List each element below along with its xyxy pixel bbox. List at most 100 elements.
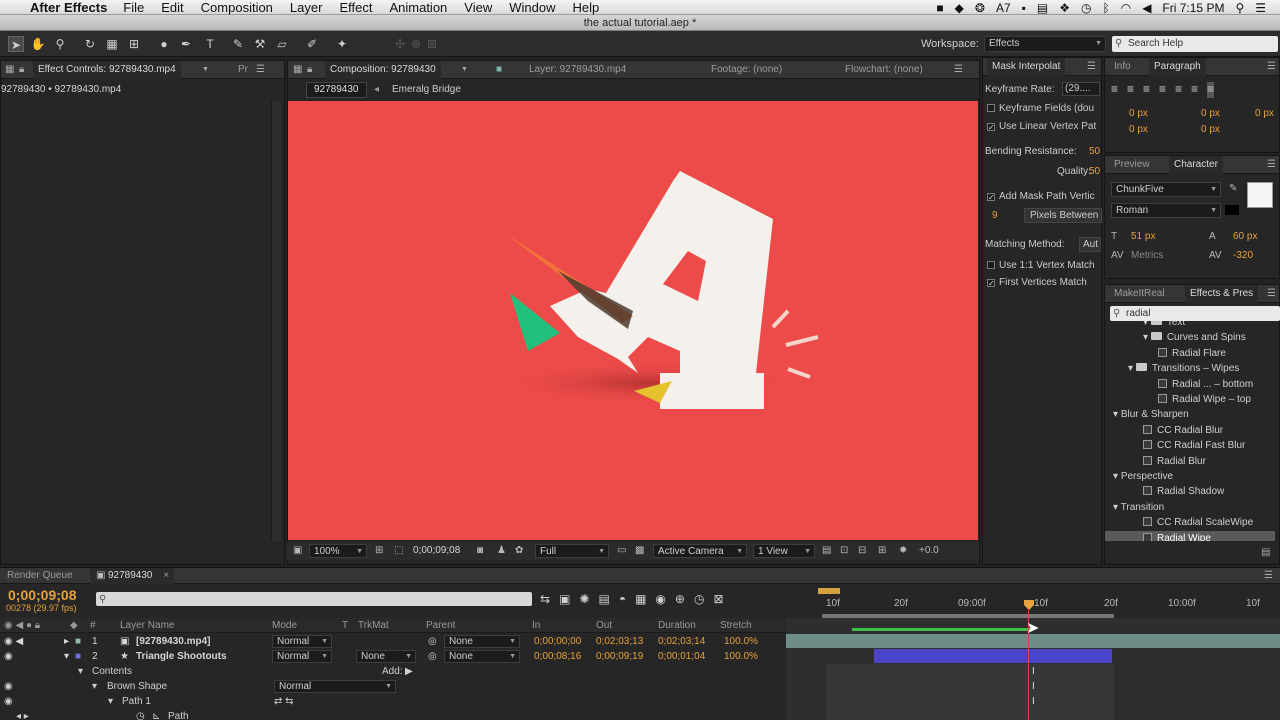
camera-icon[interactable]: ■ <box>936 1 943 15</box>
effects-tree-item[interactable]: Radial Wipe <box>1105 530 1275 541</box>
add-menu-icon[interactable]: ▶ <box>405 664 413 679</box>
render-region-icon[interactable]: ⊠ <box>713 592 723 606</box>
indent-left-value[interactable]: 0 px <box>1129 108 1148 119</box>
menu-animation[interactable]: Animation <box>389 0 447 15</box>
snapshot-icon[interactable]: ◙ <box>477 545 483 556</box>
first-vertices-checkbox[interactable]: ✓ <box>987 279 995 288</box>
effects-tree-item[interactable]: Radial Flare <box>1105 346 1275 361</box>
axis-view-icon[interactable]: ⊠ <box>424 36 440 52</box>
align-left-icon[interactable]: ≡ <box>1111 82 1118 98</box>
effects-search-input[interactable]: ⚲ radial <box>1110 306 1280 321</box>
new-folder-icon[interactable]: ▤ <box>1261 547 1273 559</box>
rotate-tool-icon[interactable]: ↻ <box>82 36 98 52</box>
collapse-arrow-icon[interactable]: ▾ <box>64 649 69 664</box>
space-after-value[interactable]: 0 px <box>1201 124 1220 135</box>
work-area-handle[interactable] <box>818 588 840 594</box>
brown-shape-mode-dropdown[interactable]: Normal <box>274 680 396 693</box>
layer-1-duration[interactable]: 0;02;03;14 <box>658 634 705 649</box>
exposure-icon[interactable]: ✸ <box>899 545 907 556</box>
collapse-arrow-icon[interactable]: ▾ <box>108 694 113 709</box>
keyframe-marker[interactable]: I <box>1032 681 1035 692</box>
visibility-icon[interactable]: ◉ <box>4 694 13 709</box>
volume-icon[interactable]: ◀ <box>1142 1 1151 15</box>
roto-brush-tool-icon[interactable]: ✐ <box>304 36 320 52</box>
tab-flowchart[interactable]: Flowchart: (none) <box>840 61 928 79</box>
zoom-tool-icon[interactable]: ⚲ <box>52 36 68 52</box>
panel-menu-icon[interactable]: ☰ <box>1267 288 1276 299</box>
tab-effects-presets[interactable]: Effects & Pres <box>1185 285 1259 303</box>
effect-controls-scrollbar[interactable] <box>271 101 281 541</box>
dropbox-icon[interactable]: ❖ <box>1059 1 1070 15</box>
collapse-arrow-icon[interactable]: ▾ <box>92 679 97 694</box>
collapse-arrow-icon[interactable]: ▾ <box>1113 502 1121 513</box>
toggle-pixel-aspect-icon[interactable]: ▤ <box>822 545 831 556</box>
menu-app-name[interactable]: After Effects <box>30 0 107 15</box>
expand-arrow-icon[interactable]: ▸ <box>64 634 69 649</box>
resolution-dropdown[interactable]: Full <box>535 544 609 559</box>
layer-2-in[interactable]: 0;00;08;16 <box>534 649 581 664</box>
header-layer-name[interactable]: Layer Name <box>120 618 174 633</box>
menu-view[interactable]: View <box>464 0 492 15</box>
tab-makeitreal[interactable]: MakeItReal <box>1109 285 1170 303</box>
tab-effect-controls[interactable]: Effect Controls: 92789430.mp4 <box>33 61 181 79</box>
eyedropper-icon[interactable]: ✎ <box>1229 183 1237 194</box>
flowchart-icon[interactable]: ⊞ <box>878 545 886 556</box>
vertex-match-option[interactable]: Use 1:1 Vertex Match <box>987 260 1095 271</box>
lock-icon[interactable]: 🔒︎ <box>307 64 312 75</box>
sync-icon[interactable]: ❂ <box>975 1 985 15</box>
kerning-value[interactable]: Metrics <box>1131 250 1163 261</box>
clipboard-icon[interactable]: ▤ <box>1037 1 1048 15</box>
label-color-icon[interactable]: ■ <box>75 634 81 649</box>
panel-grip-icon[interactable]: ▦ <box>293 64 302 75</box>
effects-tree-item[interactable]: CC Radial ScaleWipe <box>1105 515 1275 530</box>
bluetooth-icon[interactable]: ᛒ <box>1103 1 1110 15</box>
always-preview-icon[interactable]: ▣ <box>293 545 302 556</box>
collapse-arrow-icon[interactable]: ▾ <box>1143 332 1151 343</box>
eraser-tool-icon[interactable]: ▱ <box>274 36 290 52</box>
zoom-dropdown[interactable]: 100% <box>309 544 367 559</box>
align-right-icon[interactable]: ≡ <box>1143 82 1150 98</box>
close-tab-icon[interactable]: × <box>163 570 169 581</box>
label-color-icon[interactable]: ■ <box>75 649 81 664</box>
layer-1-out[interactable]: 0;02;03;13 <box>596 634 643 649</box>
wifi-icon[interactable]: ◠ <box>1121 1 1131 15</box>
tab-paragraph[interactable]: Paragraph <box>1149 58 1206 76</box>
show-snapshot-icon[interactable]: ♟ <box>497 545 506 556</box>
tab-preview[interactable]: Preview <box>1109 156 1155 174</box>
pan-behind-tool-icon[interactable]: ⊞ <box>126 36 142 52</box>
effects-tree-item[interactable]: Radial ... – bottom <box>1105 377 1275 392</box>
visibility-icon[interactable]: ◉ <box>4 679 13 694</box>
font-style-dropdown[interactable]: Roman <box>1111 203 1221 218</box>
panel-grip-icon[interactable]: ▦ <box>5 64 14 75</box>
frame-blending-icon[interactable]: ▤ <box>598 592 609 606</box>
brush-tool-icon[interactable]: ✎ <box>230 36 246 52</box>
visibility-icon[interactable]: ◉ <box>4 649 13 664</box>
justify-left-icon[interactable]: ≡ <box>1159 82 1166 98</box>
panel-menu-icon[interactable]: ☰ <box>1087 61 1096 72</box>
layer-2-parent-dropdown[interactable]: None <box>444 650 520 663</box>
axis-local-icon[interactable]: ✣ <box>392 36 408 52</box>
collapse-arrow-icon[interactable]: ▾ <box>1113 409 1121 420</box>
leading-value[interactable]: 60 px <box>1233 231 1257 242</box>
brown-shape-row[interactable]: ◉ ▾ Brown Shape Normal <box>0 679 786 694</box>
add-vertices-option[interactable]: ✓ Add Mask Path Vertic <box>987 191 1095 202</box>
current-timecode[interactable]: 0;00;09;08 <box>8 587 77 603</box>
brainstorm-icon[interactable]: ▦ <box>635 592 646 606</box>
font-family-dropdown[interactable]: ChunkFive <box>1111 182 1221 197</box>
layer-2-mode-dropdown[interactable]: Normal <box>272 650 332 663</box>
black-swatch[interactable] <box>1225 205 1239 215</box>
layer-2-out[interactable]: 0;00;09;19 <box>596 649 643 664</box>
effects-tree-item[interactable]: Radial Blur <box>1105 454 1275 469</box>
path1-row[interactable]: ◉ ▾ Path 1 ⇄ ⇆ <box>0 694 786 709</box>
pickwhip-icon[interactable]: ◎ <box>428 634 437 649</box>
effects-tree-item[interactable]: ▾ Curves and Spins <box>1105 330 1275 345</box>
panel-menu-icon[interactable]: ☰ <box>954 64 963 75</box>
layer-row-1[interactable]: ◉ ◀ ▸ ■ 1 ▣ [92789430.mp4] Normal ◎ None… <box>0 634 786 649</box>
fit-icon[interactable]: ⊞ <box>375 545 383 556</box>
auto-keyframe-icon[interactable]: ◉ <box>655 592 665 606</box>
breadcrumb-item[interactable]: Emeralg Bridge <box>392 84 461 95</box>
linear-vertex-option[interactable]: ✓ Use Linear Vertex Pat <box>987 121 1096 132</box>
layer-1-mode-dropdown[interactable]: Normal <box>272 635 332 648</box>
timeline-search-input[interactable]: ⚲ <box>96 592 532 606</box>
path-direction-icons[interactable]: ⇄ ⇆ <box>274 694 294 709</box>
